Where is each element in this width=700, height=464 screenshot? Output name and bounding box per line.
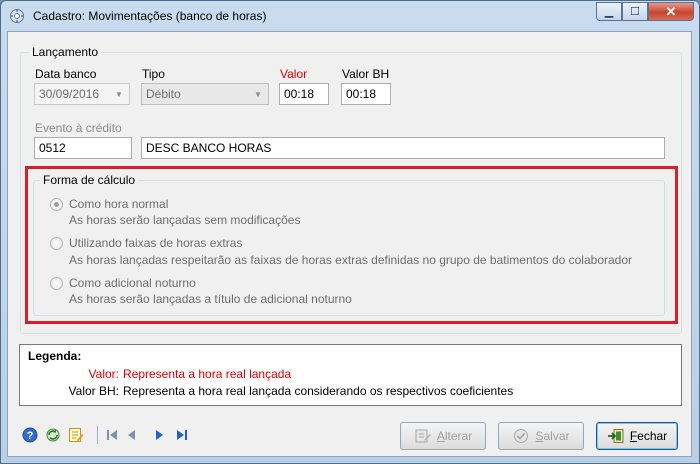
previous-record-icon[interactable] (124, 427, 140, 443)
maximize-icon: ☐ (630, 6, 640, 18)
option-hora-normal-label: Como hora normal (69, 197, 169, 211)
forma-calculo-legend: Forma de cálculo (40, 173, 139, 187)
valor-bh-value: 00:18 (346, 87, 377, 101)
tipo-select[interactable]: Débito ▼ (141, 83, 269, 105)
legenda-valor-bh-key: Valor BH: (68, 384, 119, 398)
evento-code-input[interactable]: 0512 (34, 137, 132, 159)
legenda-valor-text: Representa a hora real lançada (123, 367, 292, 381)
option-adicional-label: Como adicional noturno (69, 276, 196, 290)
tipo-label: Tipo (142, 67, 165, 81)
salvar-label: Salvar (535, 429, 570, 443)
legenda-valor-bh-text: Representa a hora real lançada considera… (123, 384, 514, 398)
evento-description-field[interactable]: DESC BANCO HORAS (141, 137, 665, 159)
refresh-icon[interactable] (45, 427, 61, 443)
valor-bh-label: Valor BH (342, 67, 390, 81)
alterar-button[interactable]: Alterar (400, 422, 486, 450)
option-adicional-desc: As horas serão lançadas a título de adic… (69, 292, 352, 306)
close-icon: ✕ (665, 3, 677, 19)
legenda-valor-key: Valor: (88, 367, 119, 381)
edit-icon (415, 429, 431, 443)
evento-label: Evento à crédito (35, 121, 122, 135)
app-icon (10, 9, 24, 23)
valor-value: 00:18 (284, 87, 315, 101)
data-banco-field[interactable]: 30/09/2016 ▼ (34, 83, 130, 105)
option-faixas-desc: As horas lançadas respeitarão as faixas … (69, 253, 633, 267)
data-banco-label: Data banco (35, 67, 97, 81)
chevron-down-icon: ▼ (254, 89, 262, 99)
chevron-down-icon: ▼ (115, 89, 123, 99)
radio-unchecked-icon[interactable] (50, 236, 63, 250)
last-record-icon[interactable] (174, 427, 190, 443)
exit-door-icon (607, 429, 624, 443)
data-banco-value: 30/09/2016 (39, 87, 100, 101)
legenda-box: Legenda: Valor: Representa a hora real l… (19, 344, 682, 406)
tipo-value: Débito (146, 87, 181, 101)
valor-input[interactable]: 00:18 (279, 83, 329, 105)
legenda-title: Legenda: (28, 349, 82, 363)
next-record-icon[interactable] (151, 427, 167, 443)
help-icon[interactable]: ? (22, 427, 38, 443)
evento-description-value: DESC BANCO HORAS (146, 141, 272, 155)
title-bar[interactable]: Cadastro: Movimentações (banco de horas)… (1, 1, 699, 31)
radio-checked-icon[interactable] (50, 197, 63, 211)
fechar-button[interactable]: Fechar (596, 422, 678, 450)
minimize-icon: ▁ (604, 6, 614, 18)
fechar-label: Fechar (629, 429, 668, 443)
salvar-button[interactable]: Salvar (498, 422, 584, 450)
option-hora-normal-desc: As horas serão lançadas sem modificações (69, 213, 301, 227)
maximize-button[interactable]: ☐ (622, 2, 648, 21)
evento-code-value: 0512 (39, 141, 66, 155)
lancamento-legend: Lançamento (29, 45, 102, 59)
option-hora-normal[interactable]: Como hora normal (50, 197, 168, 211)
option-faixas-label: Utilizando faixas de horas extras (69, 236, 243, 250)
valor-label: Valor (280, 67, 308, 81)
alterar-label: Alterar (436, 429, 473, 443)
close-button[interactable]: ✕ (648, 2, 694, 21)
check-icon (514, 429, 529, 443)
valor-bh-input[interactable]: 00:18 (341, 83, 391, 105)
svg-text:?: ? (27, 430, 34, 442)
edit-note-icon[interactable] (68, 427, 84, 443)
window-controls: ▁ ☐ ✕ (596, 2, 694, 21)
option-faixas-horas-extras[interactable]: Utilizando faixas de horas extras (50, 236, 242, 250)
toolbar-separator (97, 426, 98, 444)
minimize-button[interactable]: ▁ (596, 2, 622, 21)
radio-unchecked-icon[interactable] (50, 276, 63, 290)
window-title: Cadastro: Movimentações (banco de horas) (33, 9, 267, 23)
option-adicional-noturno[interactable]: Como adicional noturno (50, 276, 196, 290)
first-record-icon[interactable] (104, 427, 120, 443)
